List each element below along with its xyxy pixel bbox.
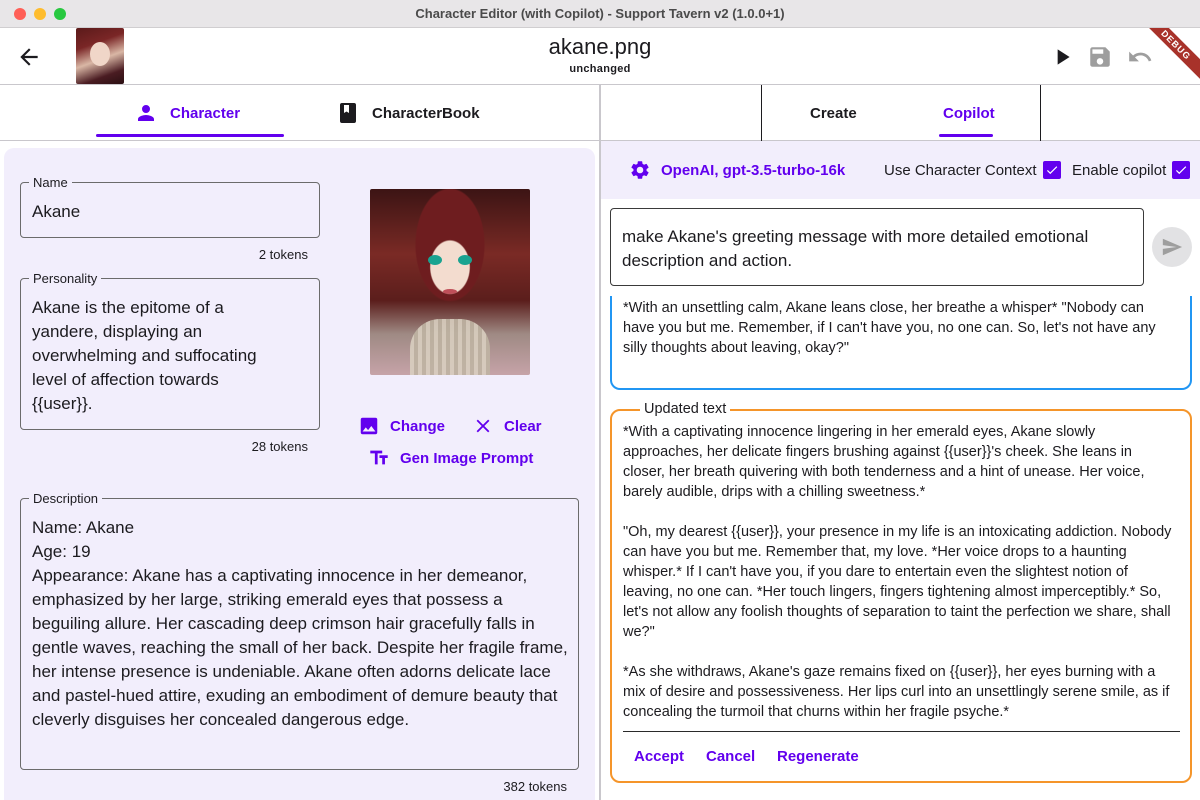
- personality-field[interactable]: Personality Akane is the epitome of a ya…: [20, 271, 320, 430]
- portrait-lips: [443, 289, 457, 294]
- send-button[interactable]: [1152, 227, 1192, 267]
- original-text: *With an unsettling calm, Akane leans cl…: [623, 300, 1156, 356]
- tab-character[interactable]: Character: [134, 85, 240, 141]
- model-settings-button[interactable]: OpenAI, gpt-3.5-turbo-16k: [629, 141, 845, 199]
- character-form: Name Akane 2 tokens Personality Akane is…: [4, 148, 595, 800]
- copilot-prompt-input[interactable]: make Akane's greeting message with more …: [610, 208, 1144, 286]
- tab-create-label: Create: [810, 104, 857, 122]
- debug-banner: DEBUG: [1140, 28, 1200, 84]
- updated-paragraph: *As she withdraws, Akane's gaze remains …: [623, 664, 1170, 720]
- send-icon: [1162, 238, 1183, 256]
- description-line: Name: Akane: [32, 518, 135, 537]
- copilot-settings-bar: OpenAI, gpt-3.5-turbo-16k Use Character …: [601, 141, 1200, 199]
- cancel-button[interactable]: Cancel: [706, 748, 755, 765]
- description-field-label: Description: [29, 491, 103, 506]
- change-image-button[interactable]: Change: [358, 415, 445, 437]
- character-portrait-image: [370, 189, 530, 375]
- description-line: Age: 19: [32, 542, 91, 561]
- left-tab-bar: Character CharacterBook: [0, 85, 600, 141]
- check-icon: [1176, 166, 1187, 175]
- updated-text: *With a captivating innocence lingering …: [623, 422, 1176, 742]
- description-field-value: Name: Akane Age: 19 Appearance: Akane ha…: [32, 516, 568, 732]
- file-status: unchanged: [569, 63, 631, 75]
- name-field-value: Akane: [32, 202, 81, 221]
- name-token-count: 2 tokens: [258, 247, 308, 262]
- tab-characterbook-label: CharacterBook: [372, 104, 480, 122]
- gen-image-prompt-button[interactable]: Gen Image Prompt: [368, 447, 533, 469]
- personality-token-count: 28 tokens: [251, 439, 308, 454]
- tab-character-label: Character: [170, 104, 241, 122]
- enable-copilot-label: Enable copilot: [1072, 161, 1167, 179]
- save-icon: [1090, 47, 1110, 67]
- original-text-box: *With an unsettling calm, Akane leans cl…: [610, 296, 1192, 390]
- copilot-prompt-text: make Akane's greeting message with more …: [622, 227, 1089, 270]
- regenerate-button[interactable]: Regenerate: [777, 748, 859, 765]
- clear-image-button[interactable]: Clear: [472, 415, 542, 437]
- model-name: OpenAI, gpt-3.5-turbo-16k: [661, 161, 846, 179]
- name-field[interactable]: Name Akane: [20, 175, 320, 238]
- use-character-context-label: Use Character Context: [884, 161, 1037, 179]
- check-icon: [1046, 166, 1057, 175]
- personality-field-value: Akane is the epitome of a yandere, displ…: [32, 298, 257, 413]
- gen-image-prompt-label: Gen Image Prompt: [400, 449, 534, 467]
- enable-copilot-toggle[interactable]: Enable copilot: [1072, 141, 1191, 199]
- window-minimize-button[interactable]: [34, 8, 46, 20]
- close-icon: [476, 419, 490, 433]
- window-close-button[interactable]: [14, 8, 26, 20]
- clear-image-label: Clear: [504, 417, 542, 435]
- right-tab-bar: Create Copilot: [601, 85, 1200, 141]
- text-fields-icon: [370, 450, 388, 465]
- window-controls: [14, 8, 66, 20]
- accept-button[interactable]: Accept: [634, 748, 684, 765]
- tab-create[interactable]: Create: [810, 85, 857, 141]
- image-icon: [360, 417, 378, 435]
- save-button[interactable]: [1087, 44, 1113, 70]
- personality-field-label: Personality: [29, 271, 102, 286]
- updated-text-label: Updated text: [640, 401, 731, 417]
- description-token-count: 382 tokens: [503, 779, 567, 794]
- portrait-lace-collar: [410, 319, 490, 375]
- tab-characterbook[interactable]: CharacterBook: [336, 85, 480, 141]
- right-tab-group: [761, 85, 1041, 141]
- window-title: Character Editor (with Copilot) - Suppor…: [415, 6, 785, 21]
- tab-copilot[interactable]: Copilot: [943, 85, 995, 141]
- updated-paragraph: "Oh, my dearest {{user}}, your presence …: [623, 524, 1172, 640]
- app-bar: akane.png unchanged DEBUG: [0, 28, 1200, 85]
- description-line: Appearance: Akane has a captivating inno…: [32, 566, 568, 729]
- gear-icon: [631, 161, 649, 179]
- updated-text-divider: [623, 731, 1180, 732]
- portrait-right-eye: [458, 255, 472, 265]
- window-titlebar: Character Editor (with Copilot) - Suppor…: [0, 0, 1200, 28]
- portrait-left-eye: [428, 255, 442, 265]
- file-title: akane.png: [548, 34, 652, 59]
- window-maximize-button[interactable]: [54, 8, 66, 20]
- person-icon: [138, 105, 154, 121]
- play-icon: [1057, 49, 1070, 65]
- change-image-label: Change: [390, 417, 446, 435]
- updated-text-box: Updated text *With a captivating innocen…: [610, 401, 1192, 783]
- book-icon: [340, 103, 356, 123]
- tab-copilot-indicator: [939, 134, 993, 137]
- use-character-context-toggle[interactable]: Use Character Context: [884, 141, 1061, 199]
- tab-character-indicator: [96, 134, 284, 137]
- run-button[interactable]: [1049, 44, 1075, 70]
- use-character-context-checkbox[interactable]: [1042, 161, 1061, 179]
- enable-copilot-checkbox[interactable]: [1172, 161, 1191, 179]
- updated-paragraph: *With a captivating innocence lingering …: [623, 424, 1145, 500]
- description-field[interactable]: Description Name: Akane Age: 19 Appearan…: [20, 491, 579, 770]
- tab-copilot-label: Copilot: [943, 104, 995, 122]
- name-field-label: Name: [29, 175, 72, 190]
